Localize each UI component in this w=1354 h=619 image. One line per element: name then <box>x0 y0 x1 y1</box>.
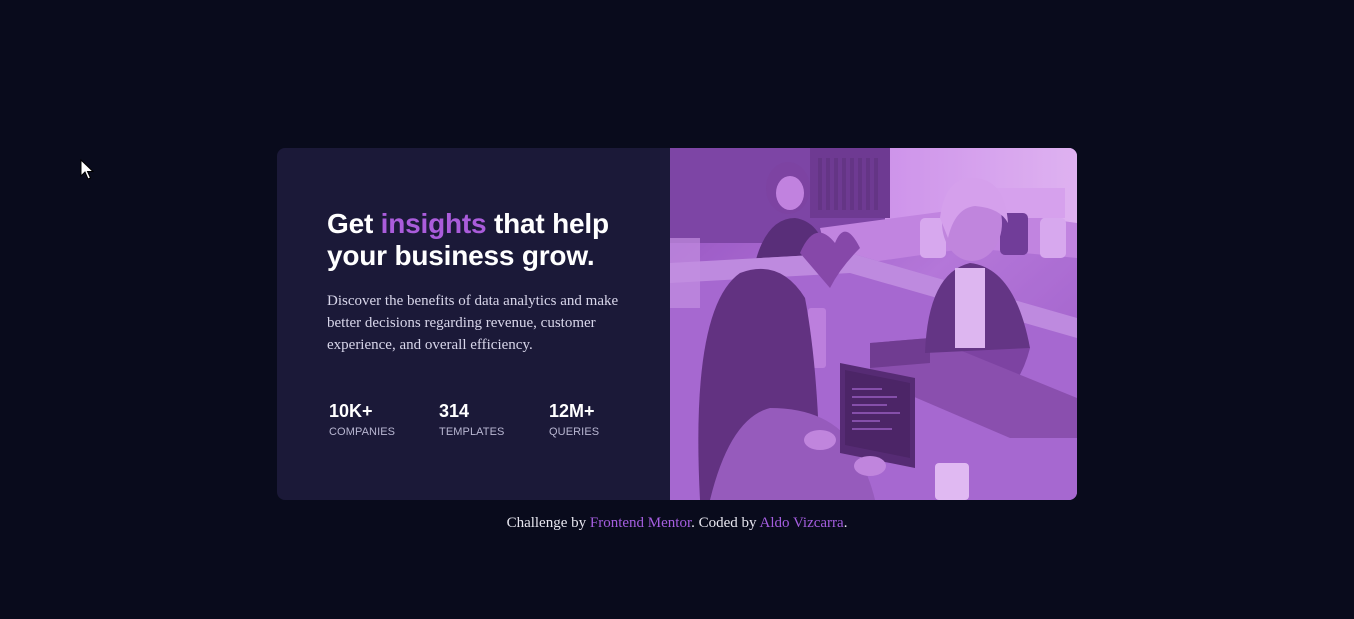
footer-text: . Coded by <box>691 515 760 531</box>
stats-preview-card: Get insights that help your business gro… <box>277 148 1077 500</box>
footer-text: . <box>843 515 848 531</box>
stat-label: COMPANIES <box>329 426 396 438</box>
headline-prefix: Get <box>327 208 381 239</box>
stat-queries: 12M+ QUERIES <box>549 400 659 439</box>
stats-row: 10K+ COMPANIES 314 TEMPLATES 12M+ QUERIE… <box>329 400 659 439</box>
stat-value: 314 <box>439 401 470 421</box>
stat-value: 10K+ <box>329 401 373 421</box>
stat-value: 12M+ <box>549 401 595 421</box>
headline-accent: insights <box>380 208 487 239</box>
office-team-photo <box>670 148 1077 500</box>
frontend-mentor-link[interactable]: Frontend Mentor <box>590 515 691 531</box>
mouse-pointer-icon <box>80 159 94 180</box>
card-headline: Get insights that help your business gro… <box>327 208 637 272</box>
card-content: Get insights that help your business gro… <box>327 208 637 356</box>
author-link[interactable]: Aldo Vizcarra <box>759 515 843 531</box>
attribution-footer: Challenge by Frontend Mentor. Coded by A… <box>0 514 1354 532</box>
stat-templates: 314 TEMPLATES <box>439 400 549 439</box>
stat-label: QUERIES <box>549 426 600 438</box>
stat-label: TEMPLATES <box>439 426 505 438</box>
stat-companies: 10K+ COMPANIES <box>329 400 439 439</box>
card-description: Discover the benefits of data analytics … <box>327 293 619 353</box>
footer-text: Challenge by <box>506 515 590 531</box>
